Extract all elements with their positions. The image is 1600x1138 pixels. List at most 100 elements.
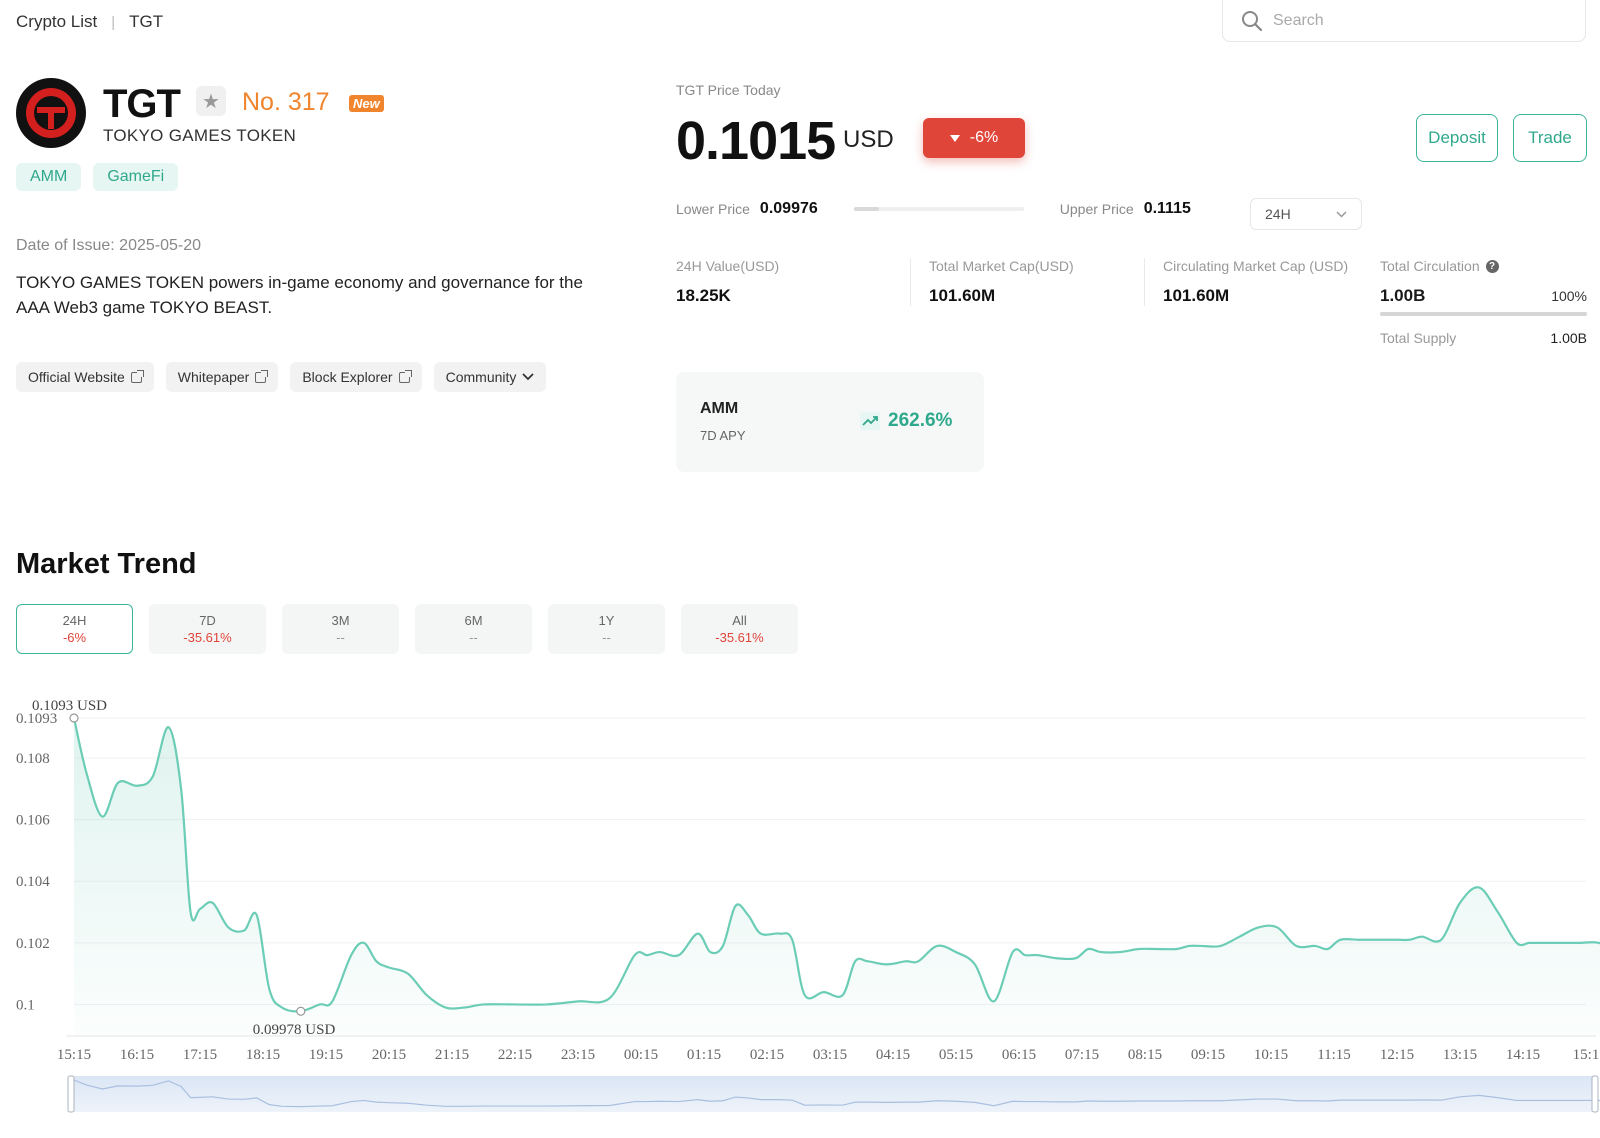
- circulation-label-row: Total Circulation ?: [1380, 258, 1587, 274]
- trade-button[interactable]: Trade: [1513, 114, 1587, 162]
- x-tick-label: 07:15: [1065, 1047, 1099, 1063]
- circulation-bar: [1380, 312, 1587, 316]
- token-description: TOKYO GAMES TOKEN powers in-game economy…: [16, 273, 583, 317]
- token-rank: No. 317: [242, 88, 330, 116]
- breadcrumb-current: TGT: [129, 12, 164, 31]
- trend-period-tabs: 24H -6% 7D -35.61% 3M -- 6M -- 1Y -- All…: [16, 604, 798, 654]
- new-badge: New: [349, 95, 384, 112]
- x-tick-label: 02:15: [750, 1047, 784, 1063]
- tab-6m[interactable]: 6M --: [415, 604, 532, 654]
- range-period-select[interactable]: 24H: [1250, 198, 1362, 230]
- token-logo-icon: [26, 88, 76, 138]
- tab-7d[interactable]: 7D -35.61%: [149, 604, 266, 654]
- y-tick-label: 0.102: [16, 936, 50, 952]
- navigator-right-handle[interactable]: [1591, 1075, 1599, 1113]
- x-tick-label: 06:15: [1002, 1047, 1036, 1063]
- community-dropdown[interactable]: Community: [433, 362, 547, 392]
- tag-amm[interactable]: AMM: [16, 163, 82, 191]
- tab-3m[interactable]: 3M --: [282, 604, 399, 654]
- upper-price-label: Upper Price: [1059, 201, 1134, 217]
- tab-all[interactable]: All -35.61%: [681, 604, 798, 654]
- tab-label: 7D: [199, 613, 216, 628]
- external-link-icon: [255, 369, 269, 383]
- tab-label: 24H: [62, 613, 87, 628]
- range-period-value: 24H: [1265, 206, 1291, 222]
- stat-value: 18.25K: [676, 286, 731, 305]
- circulation-percent: 100%: [1551, 288, 1587, 304]
- help-icon[interactable]: ?: [1485, 259, 1499, 273]
- x-tick-label: 19:15: [309, 1047, 343, 1063]
- breadcrumb-crypto-list[interactable]: Crypto List: [16, 12, 97, 32]
- token-symbol: TGT: [103, 82, 181, 126]
- total-supply-row: Total Supply 1.00B: [1380, 330, 1587, 346]
- x-tick-label: 04:15: [876, 1047, 910, 1063]
- token-links: Official Website Whitepaper Block Explor…: [16, 362, 547, 392]
- chevron-down-icon: [522, 373, 535, 381]
- tab-label: 6M: [464, 613, 483, 628]
- x-tick-label: 03:15: [813, 1047, 847, 1063]
- amm-subtitle: 7D APY: [700, 428, 746, 443]
- y-tick-label: 0.108: [16, 751, 50, 767]
- x-tick-label: 21:15: [435, 1047, 469, 1063]
- navigator-left-handle[interactable]: [67, 1075, 75, 1113]
- price-change-badge: -6%: [923, 118, 1025, 158]
- search-input[interactable]: [1273, 11, 1553, 30]
- circulation-label: Total Circulation: [1380, 258, 1480, 274]
- price-trend-chart[interactable]: 0.10930.1080.1060.1040.1020.115:15 16:15 1…: [0, 690, 1600, 1138]
- price-range-fill: [853, 207, 880, 211]
- max-price-label: 0.1093 USD: [32, 698, 107, 714]
- tab-change: -35.61%: [715, 630, 764, 645]
- x-tick-label: 05:15: [939, 1047, 973, 1063]
- y-tick-label: 0.104: [16, 874, 50, 890]
- price-label: TGT Price Today: [676, 82, 781, 98]
- x-tick-label: 09:15: [1191, 1047, 1225, 1063]
- block-explorer-link[interactable]: Block Explorer: [290, 362, 422, 392]
- y-tick-label: 0.1: [16, 997, 35, 1013]
- breadcrumb: Crypto List | TGT: [16, 12, 163, 32]
- token-tags: AMM GameFi: [16, 163, 179, 191]
- max-point-marker: [69, 713, 79, 723]
- tab-1y[interactable]: 1Y --: [548, 604, 665, 654]
- amm-apy-card[interactable]: AMM 7D APY 262.6%: [676, 372, 984, 472]
- chevron-down-icon: [1336, 210, 1347, 218]
- breadcrumb-separator: |: [111, 13, 116, 31]
- x-tick-label: 15:1: [1573, 1047, 1600, 1063]
- price-unit: USD: [843, 126, 894, 153]
- stat-circulating-market-cap: Circulating Market Cap (USD) 101.60M: [1144, 258, 1378, 306]
- favorite-star-icon[interactable]: ★: [196, 86, 226, 116]
- community-label: Community: [445, 369, 517, 385]
- total-circulation: Total Circulation ? 1.00B 100% Total Sup…: [1380, 258, 1587, 346]
- lower-price-label: Lower Price: [676, 201, 750, 217]
- total-supply-label: Total Supply: [1380, 330, 1457, 346]
- down-triangle-icon: [949, 134, 960, 142]
- upper-price-value: 0.1115: [1143, 200, 1191, 217]
- tab-label: 3M: [331, 613, 350, 628]
- price-range-bar: [853, 207, 1024, 211]
- y-tick-label: 0.106: [16, 813, 50, 829]
- x-tick-label: 20:15: [372, 1047, 406, 1063]
- trend-up-icon: [860, 412, 880, 430]
- stat-total-market-cap: Total Market Cap(USD) 101.60M: [910, 258, 1144, 306]
- official-website-link[interactable]: Official Website: [16, 362, 154, 392]
- tag-gamefi[interactable]: GameFi: [93, 163, 179, 191]
- x-tick-label: 16:15: [120, 1047, 154, 1063]
- price-change-value: -6%: [969, 129, 999, 146]
- lower-price-value: 0.09976: [759, 200, 818, 217]
- stat-value: 101.60M: [929, 286, 996, 305]
- tab-label: All: [732, 613, 747, 628]
- x-tick-label: 11:15: [1317, 1047, 1351, 1063]
- min-point-marker: [296, 1006, 306, 1016]
- stat-label: Total Market Cap(USD): [929, 258, 1074, 274]
- external-link-icon: [398, 369, 412, 383]
- x-tick-label: 08:15: [1128, 1047, 1162, 1063]
- x-tick-label: 14:15: [1506, 1047, 1540, 1063]
- search-box[interactable]: [1222, 0, 1586, 42]
- x-tick-label: 15:15: [57, 1047, 91, 1063]
- market-trend-title: Market Trend: [16, 548, 197, 580]
- amm-title: AMM: [700, 400, 739, 417]
- deposit-button[interactable]: Deposit: [1416, 114, 1498, 162]
- whitepaper-link[interactable]: Whitepaper: [165, 362, 279, 392]
- tab-24h[interactable]: 24H -6%: [16, 604, 133, 654]
- x-tick-label: 10:15: [1254, 1047, 1288, 1063]
- tab-change: -6%: [62, 630, 87, 645]
